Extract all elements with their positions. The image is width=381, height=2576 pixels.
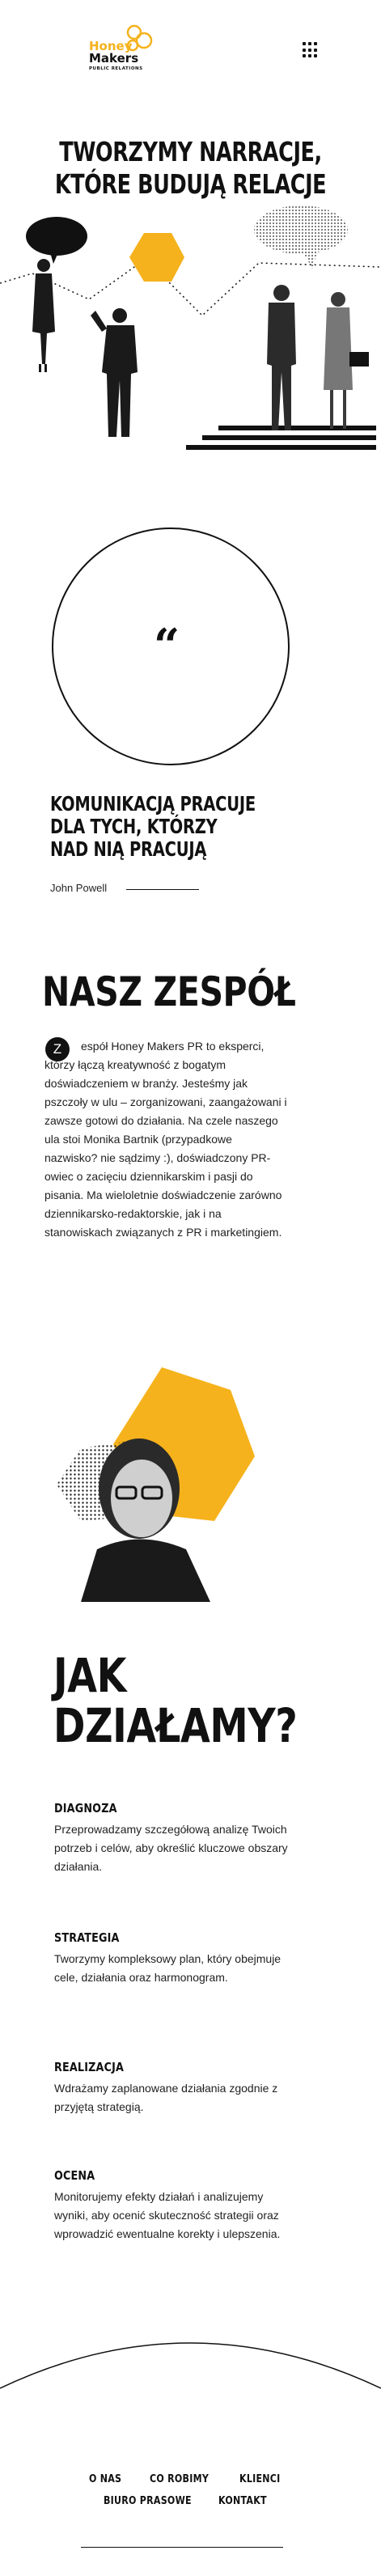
step-text: Wdrażamy zaplanowane działania zgodnie z… bbox=[54, 2082, 278, 2113]
grid-menu-icon[interactable] bbox=[303, 42, 319, 58]
hexagon-shape bbox=[129, 233, 184, 282]
nav-link-contact[interactable]: KONTAKT bbox=[218, 2495, 267, 2507]
divider bbox=[126, 889, 199, 890]
step-title: REALIZACJA bbox=[54, 2060, 125, 2074]
person-figure bbox=[324, 292, 369, 429]
quote-mark-icon: “ bbox=[154, 619, 180, 672]
hero-title: TWORZYMY NARRACJE, KTÓRE BUDUJĄ RELACJE bbox=[54, 136, 327, 200]
step-title: DIAGNOZA bbox=[54, 1801, 117, 1815]
nav-link-clients[interactable]: KLIENCI bbox=[239, 2473, 281, 2485]
person-figure bbox=[32, 259, 55, 372]
speech-bubble-icon bbox=[26, 217, 87, 264]
decorative-arc bbox=[0, 2342, 381, 2389]
step-text: Przeprowadzamy szczegółową analizę Twoic… bbox=[54, 1823, 288, 1873]
how-title: JAK DZIAŁAMY? bbox=[53, 1648, 298, 1753]
speech-bubble-icon bbox=[254, 205, 348, 269]
nav-link-about[interactable]: O NAS bbox=[89, 2473, 121, 2485]
dropcap: Z bbox=[45, 1037, 70, 1061]
step-title: STRATEGIA bbox=[54, 1930, 120, 1945]
person-figure bbox=[267, 285, 296, 430]
quote-author: John Powell bbox=[50, 882, 108, 894]
nav-link-services[interactable]: CO ROBIMY bbox=[150, 2473, 209, 2485]
team-portrait bbox=[57, 1367, 255, 1602]
person-figure bbox=[91, 308, 138, 437]
quote-text: KOMUNIKACJĄ PRACUJE DLA TYCH, KTÓRZY NAD… bbox=[50, 792, 256, 861]
hero-illustration bbox=[0, 205, 381, 450]
step-text: Monitorujemy efekty działań i analizujem… bbox=[54, 2190, 281, 2240]
nav-link-press[interactable]: BIURO PRASOWE bbox=[104, 2495, 192, 2507]
team-description: espół Honey Makers PR to eksperci, którz… bbox=[44, 1040, 287, 1239]
logo-word-2: Makers bbox=[89, 51, 139, 66]
logo[interactable]: Honey Makers PUBLIC RELATIONS bbox=[87, 24, 162, 74]
stairs-shape bbox=[186, 426, 376, 450]
team-title: NASZ ZESPÓŁ bbox=[42, 968, 296, 1015]
step-title: OCENA bbox=[54, 2168, 95, 2183]
logo-tagline: PUBLIC RELATIONS bbox=[89, 66, 143, 71]
divider bbox=[81, 2547, 283, 2548]
step-text: Tworzymy kompleksowy plan, który obejmuj… bbox=[54, 1952, 282, 1984]
